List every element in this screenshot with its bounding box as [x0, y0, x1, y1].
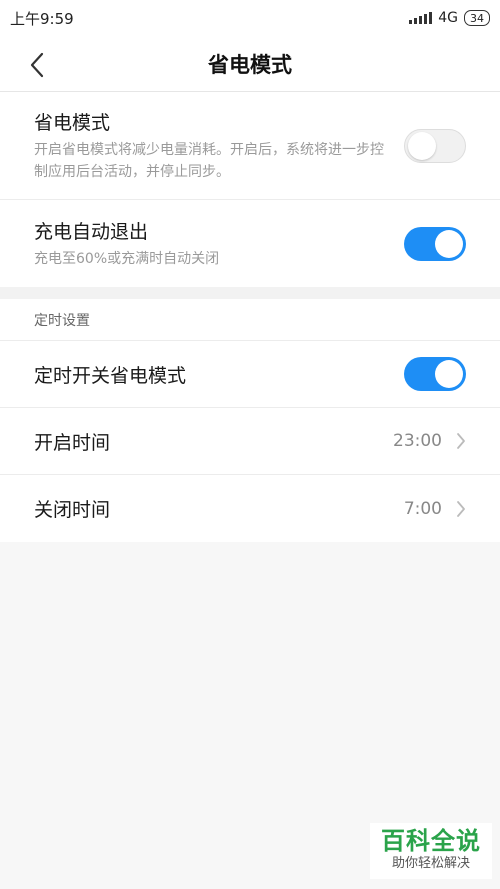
power-saving-description: 开启省电模式将减少电量消耗。开启后，系统将进一步控制应用后台活动，并停止同步。	[34, 142, 384, 180]
watermark-brand: 百科全说	[381, 827, 481, 855]
toggle-knob	[435, 229, 463, 258]
section-gap	[0, 287, 500, 299]
back-button[interactable]	[22, 50, 52, 80]
auto-exit-title: 充电自动退出	[34, 221, 149, 243]
main-settings-card: 省电模式 开启省电模式将减少电量消耗。开启后，系统将进一步控制应用后台活动，并停…	[0, 92, 500, 287]
schedule-toggle-row: 定时开关省电模式	[0, 341, 500, 408]
battery-icon: 34	[464, 10, 490, 26]
signal-icon	[409, 12, 433, 24]
schedule-card: 定时设置 定时开关省电模式 开启时间 23:00 关闭时间 7:00	[0, 299, 500, 542]
schedule-toggle[interactable]	[404, 357, 466, 391]
end-time-value: 7:00	[403, 498, 442, 519]
toggle-knob	[408, 131, 436, 160]
auto-exit-toggle[interactable]	[404, 226, 466, 261]
watermark-logo: 百科全说 助你轻松解决	[370, 823, 492, 879]
toggle-knob	[435, 360, 463, 388]
power-saving-row: 省电模式 开启省电模式将减少电量消耗。开启后，系统将进一步控制应用后台活动，并停…	[0, 92, 500, 200]
auto-exit-description: 充电至60%或充满时自动关闭	[34, 251, 220, 267]
power-saving-title: 省电模式	[34, 112, 111, 134]
battery-level: 34	[470, 11, 484, 25]
status-bar: 上午9:59 4G 34	[0, 0, 500, 36]
start-time-row[interactable]: 开启时间 23:00	[0, 408, 500, 475]
start-time-value: 23:00	[393, 431, 442, 451]
network-type: 4G	[438, 10, 458, 26]
power-saving-toggle[interactable]	[404, 128, 466, 163]
page-header: 省电模式	[0, 36, 500, 92]
status-time: 上午9:59	[10, 9, 74, 28]
chevron-right-icon	[457, 500, 465, 517]
watermark-slogan: 助你轻松解决	[391, 856, 470, 871]
page-title: 省电模式	[208, 52, 292, 77]
chevron-right-icon	[457, 433, 465, 449]
status-icons: 4G 34	[409, 10, 490, 26]
chevron-left-icon	[30, 52, 44, 78]
start-time-label: 开启时间	[34, 431, 111, 454]
schedule-section-label: 定时设置	[0, 299, 500, 341]
end-time-row[interactable]: 关闭时间 7:00	[0, 475, 500, 542]
auto-exit-row: 充电自动退出 充电至60%或充满时自动关闭	[0, 200, 500, 287]
end-time-label: 关闭时间	[34, 499, 111, 521]
schedule-toggle-title: 定时开关省电模式	[34, 364, 187, 387]
